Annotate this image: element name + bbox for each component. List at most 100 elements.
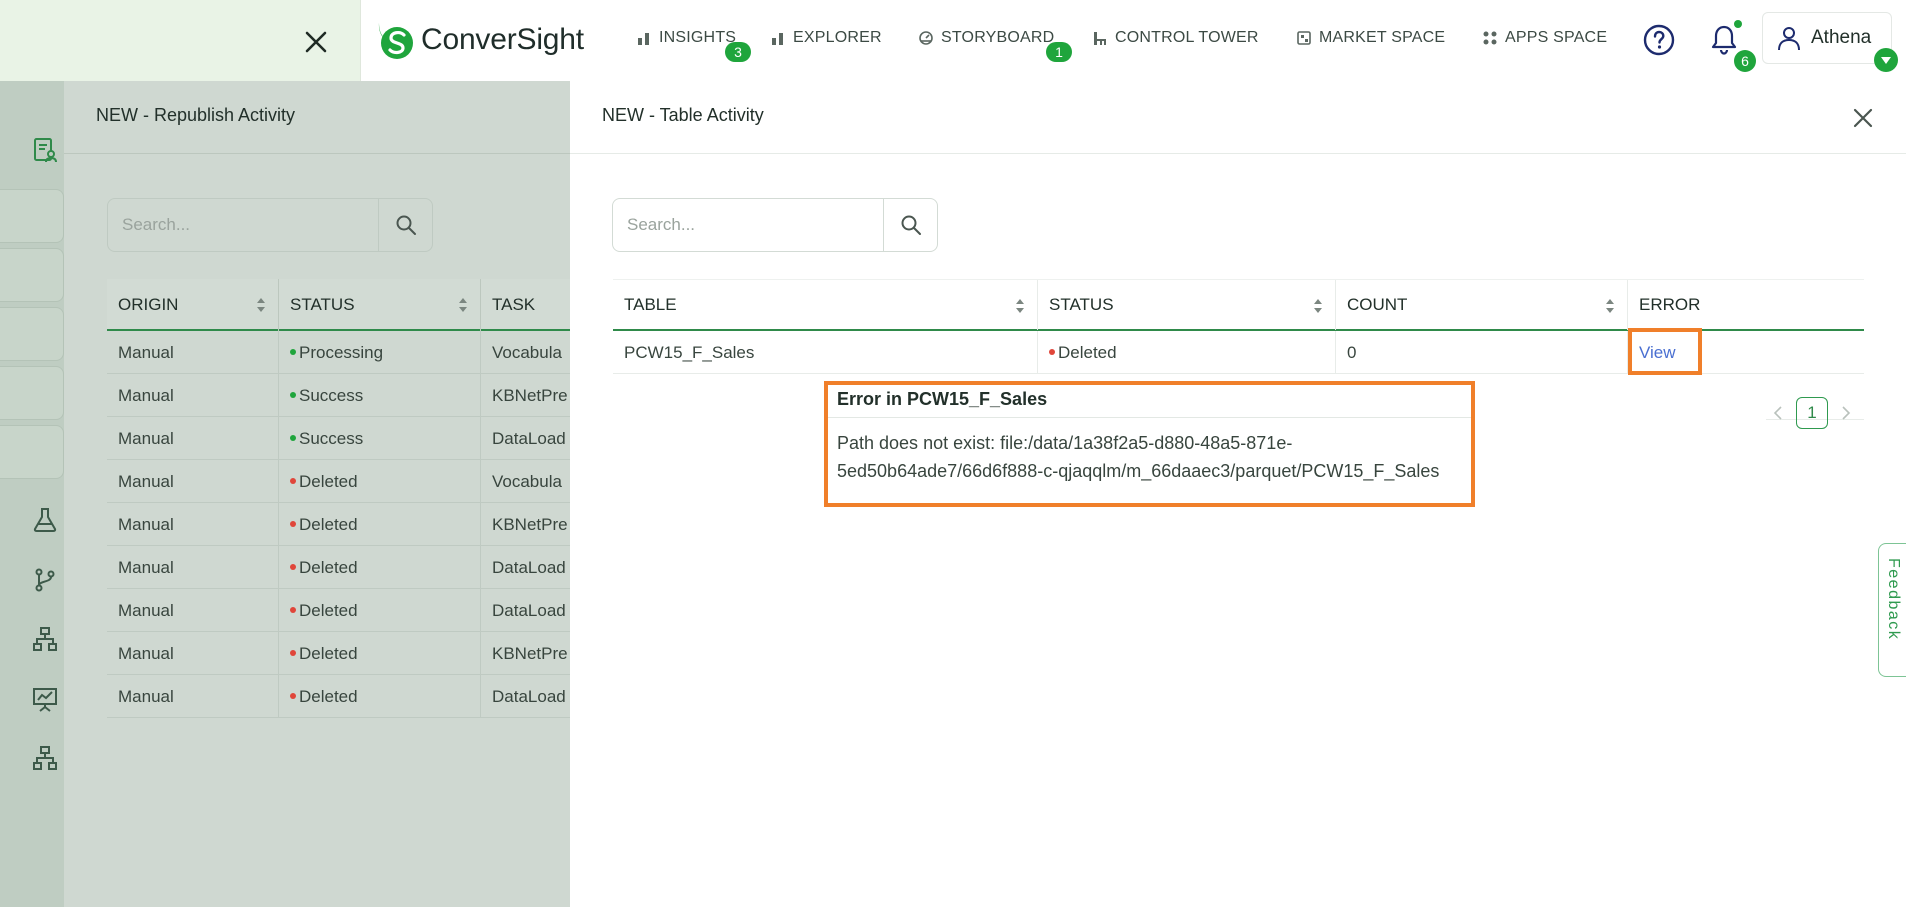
user-name: Athena — [1811, 27, 1872, 48]
notification-dot — [1734, 20, 1742, 28]
flask-icon[interactable] — [32, 507, 58, 533]
bell-icon[interactable] — [1710, 24, 1738, 56]
status-dot — [290, 391, 296, 398]
cell-status: Success — [279, 374, 481, 417]
status-dot — [290, 348, 296, 355]
nav-label: CONTROL TOWER — [1115, 29, 1259, 46]
table-row: Manual Success KBNetPre — [107, 374, 570, 417]
search-input[interactable] — [613, 199, 883, 251]
hierarchy-icon[interactable] — [32, 626, 58, 652]
sidebar-tab[interactable] — [0, 189, 64, 243]
cell-origin: Manual — [107, 675, 279, 718]
view-error-link[interactable]: View — [1639, 343, 1676, 362]
status-text: Processing — [299, 343, 384, 362]
status-text: Deleted — [299, 687, 358, 706]
cell-origin: Manual — [107, 331, 279, 374]
table-row: Manual Deleted DataLoad — [107, 589, 570, 632]
user-menu[interactable]: Athena — [1762, 12, 1892, 64]
feedback-label: Feedback — [1885, 558, 1902, 641]
column-header-task[interactable]: TASK — [481, 279, 570, 331]
sidebar-tab[interactable] — [0, 307, 64, 361]
nav-apps-space[interactable]: APPS SPACE — [1482, 26, 1607, 50]
sidebar-tab[interactable] — [0, 248, 64, 302]
search-button[interactable] — [883, 199, 937, 251]
status-dot — [290, 563, 296, 570]
cell-task: DataLoad — [492, 601, 566, 620]
table-row: Manual Success DataLoad — [107, 417, 570, 460]
republish-activity-panel: NEW - Republish Activity ORIGIN STATUS T… — [64, 81, 570, 907]
table-header: ORIGIN STATUS TASK — [107, 279, 570, 331]
error-message: Path does not exist: file:/data/1a38f2a5… — [837, 433, 1440, 481]
report-user-icon[interactable] — [32, 137, 58, 163]
cell-status: Deleted — [279, 675, 481, 718]
nav-storyboard[interactable]: STORYBOARD — [918, 26, 1054, 50]
market-space-icon — [1297, 31, 1311, 45]
nav-insights[interactable]: INSIGHTS — [636, 26, 736, 50]
nav-market-space[interactable]: MARKET SPACE — [1296, 26, 1445, 50]
status-text: Deleted — [299, 601, 358, 620]
cell-task: KBNetPre — [492, 386, 568, 405]
presentation-chart-icon[interactable] — [32, 686, 58, 712]
hierarchy-icon[interactable] — [32, 745, 58, 771]
cell-error: View — [1628, 331, 1864, 374]
chevron-down-icon[interactable] — [1874, 48, 1898, 72]
panel-header: NEW - Republish Activity — [64, 81, 570, 154]
status-text: Success — [299, 386, 364, 405]
cell-origin: Manual — [107, 632, 279, 675]
status-text: Deleted — [299, 515, 358, 534]
cell-origin: Manual — [107, 460, 279, 503]
column-label: STATUS — [290, 295, 355, 314]
column-label: STATUS — [1049, 295, 1114, 314]
search-input[interactable] — [108, 199, 378, 251]
error-popover: Error in PCW15_F_Sales Path does not exi… — [824, 381, 1475, 507]
status-dot — [290, 692, 296, 699]
table-row: Manual Processing Vocabula — [107, 331, 570, 374]
status-text: Deleted — [299, 558, 358, 577]
cell-origin: Manual — [107, 503, 279, 546]
nav-control-tower[interactable]: CONTROL TOWER — [1092, 26, 1259, 50]
table-activity-panel: NEW - Table Activity TABLE STATUS COUNT — [570, 81, 1906, 907]
app-logo[interactable]: ConverSight — [373, 18, 584, 62]
column-header-count[interactable]: COUNT — [1336, 280, 1628, 330]
column-header-origin[interactable]: ORIGIN — [107, 279, 279, 331]
bar-chart-icon — [772, 33, 783, 45]
sidebar-tab[interactable] — [0, 425, 64, 479]
git-branch-icon[interactable] — [32, 567, 58, 593]
panel-title: NEW - Republish Activity — [96, 105, 296, 125]
column-label: ERROR — [1639, 295, 1701, 314]
cell-origin: Manual — [107, 374, 279, 417]
nav-label: INSIGHTS — [659, 29, 737, 46]
close-icon[interactable] — [1848, 103, 1878, 133]
status-text: Deleted — [299, 644, 358, 663]
storyboard-badge: 1 — [1046, 42, 1072, 62]
status-text: Success — [299, 429, 364, 448]
cell-status: Deleted — [279, 546, 481, 589]
column-header-table[interactable]: TABLE — [613, 280, 1038, 330]
status-dot — [290, 477, 296, 484]
sort-icon — [257, 298, 265, 312]
search-button[interactable] — [378, 199, 432, 251]
conversight-logo-icon — [378, 23, 413, 59]
sort-icon — [459, 298, 467, 312]
nav-label: APPS SPACE — [1505, 29, 1608, 46]
column-label: ORIGIN — [118, 295, 179, 314]
insights-badge: 3 — [725, 42, 751, 62]
status-dot — [290, 649, 296, 656]
search-icon — [901, 215, 921, 235]
column-header-status[interactable]: STATUS — [279, 279, 481, 331]
table-row: Manual Deleted DataLoad — [107, 546, 570, 589]
cell-status: Deleted — [279, 503, 481, 546]
error-title: Error in PCW15_F_Sales — [837, 389, 1048, 409]
column-header-status[interactable]: STATUS — [1038, 280, 1336, 330]
chevron-left-icon[interactable] — [1768, 403, 1788, 423]
status-dot — [290, 520, 296, 527]
nav-explorer[interactable]: EXPLORER — [770, 26, 882, 50]
help-icon[interactable] — [1643, 24, 1675, 56]
cell-task: KBNetPre — [492, 644, 568, 663]
chevron-right-icon[interactable] — [1836, 403, 1856, 423]
feedback-tab[interactable]: Feedback — [1878, 543, 1906, 677]
sidebar-tab[interactable] — [0, 366, 64, 420]
cell-status: Deleted — [279, 632, 481, 675]
close-icon[interactable] — [300, 26, 332, 58]
page-number[interactable]: 1 — [1796, 397, 1828, 429]
